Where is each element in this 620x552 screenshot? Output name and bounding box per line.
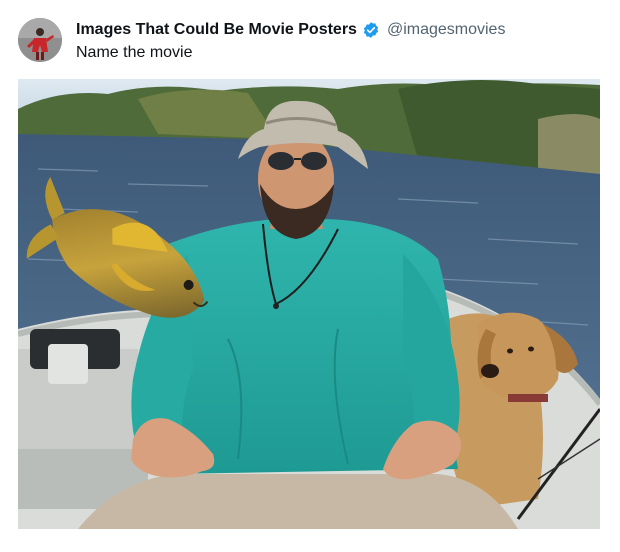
author-name[interactable]: Images That Could Be Movie Posters — [76, 21, 357, 39]
author-handle[interactable]: @imagesmovies — [387, 21, 506, 39]
avatar[interactable] — [18, 18, 62, 62]
tweet-header: Images That Could Be Movie Posters @imag… — [76, 19, 505, 41]
tweet-card: Images That Could Be Movie Posters @imag… — [0, 0, 620, 552]
tweet-photo[interactable] — [18, 79, 600, 529]
verified-badge-icon — [362, 21, 380, 39]
tweet-text: Name the movie — [76, 44, 193, 61]
